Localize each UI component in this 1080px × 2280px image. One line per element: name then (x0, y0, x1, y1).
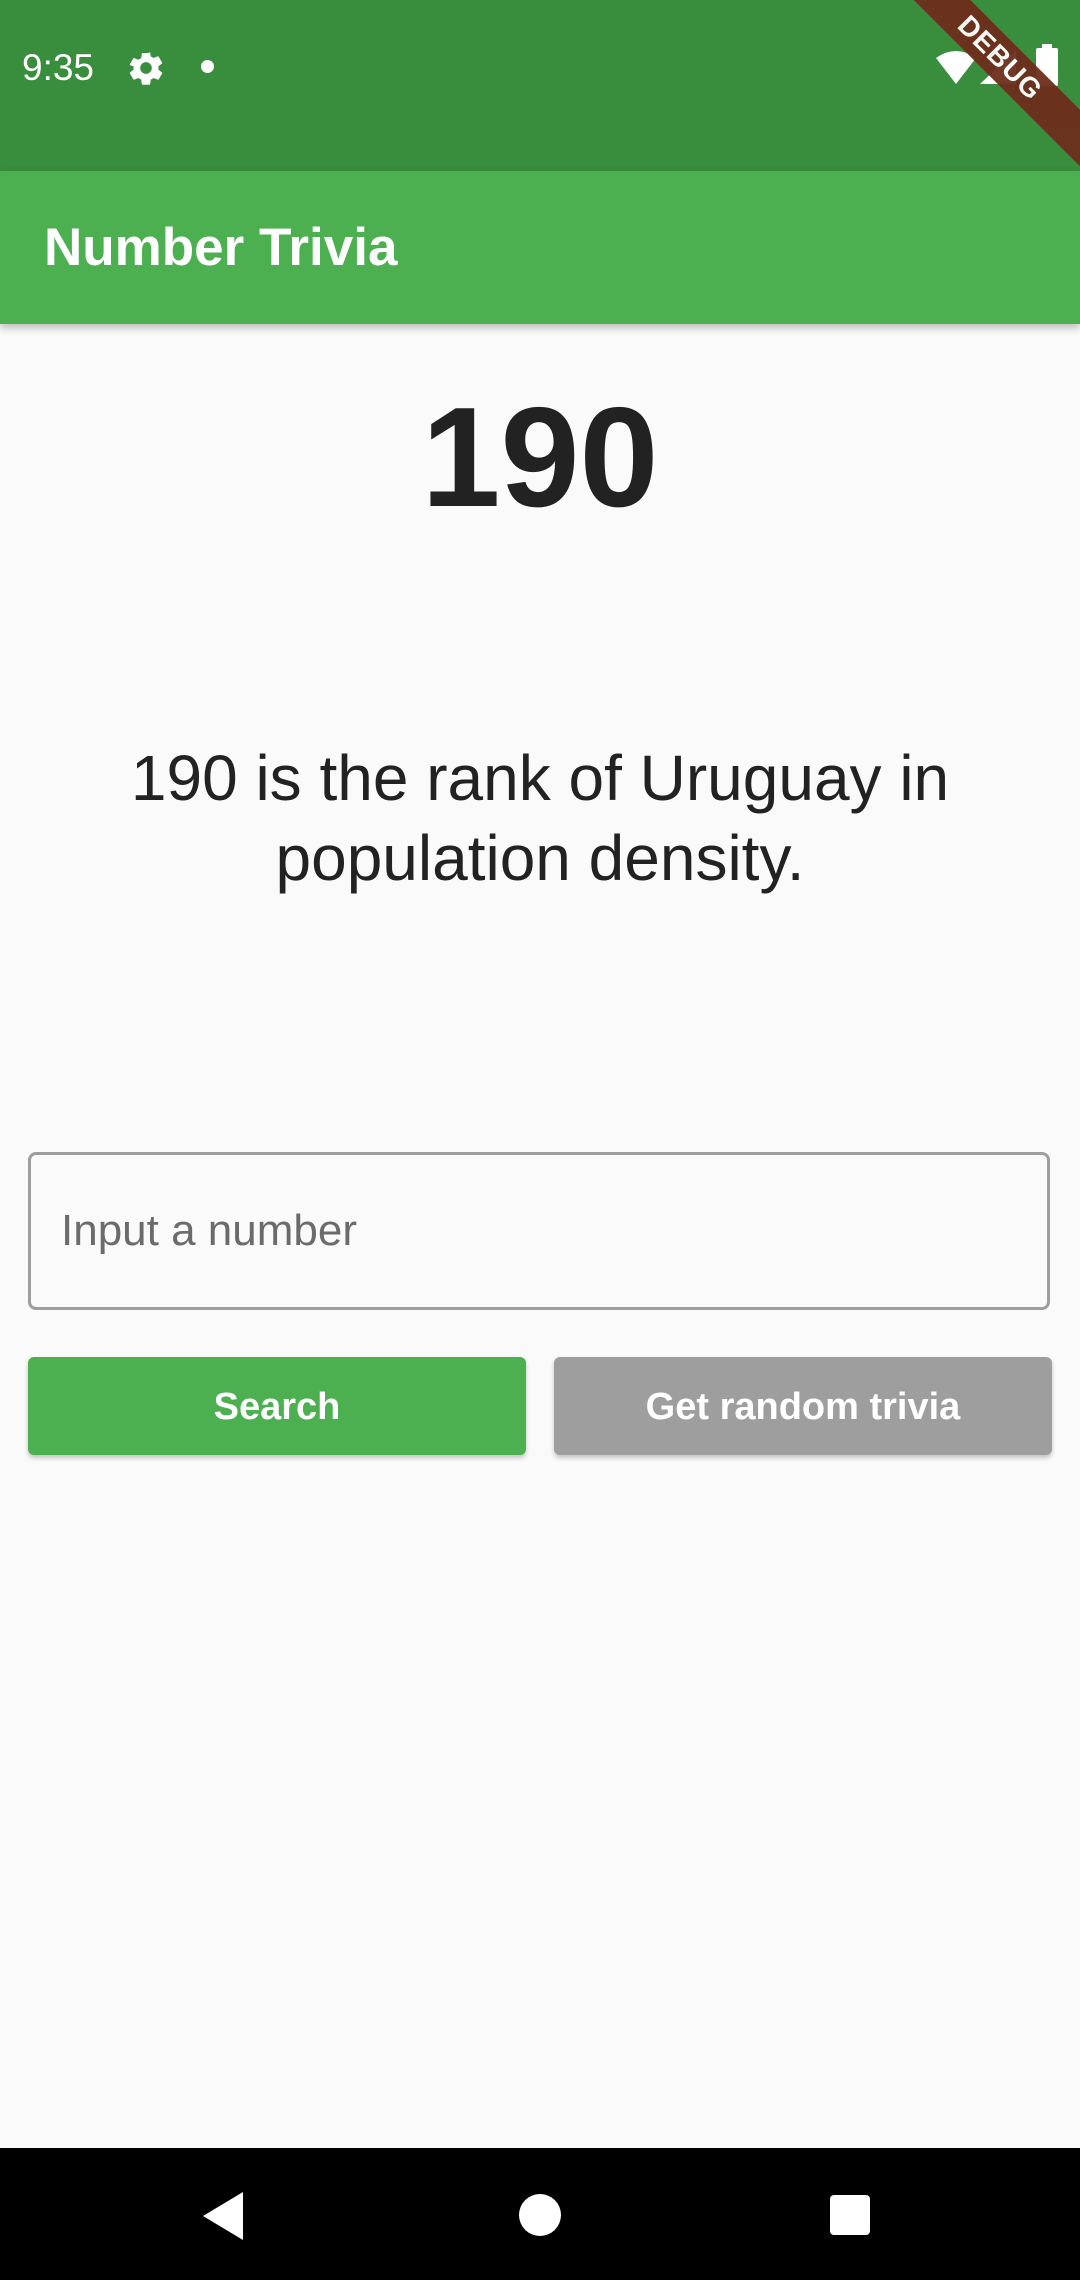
status-time: 9:35 (22, 47, 95, 88)
number-input[interactable] (28, 1152, 1050, 1310)
screen: 9:35 DEBUG Number Trivia 190 190 is the … (0, 0, 1080, 2280)
trivia-number: 190 (421, 378, 659, 537)
home-icon[interactable] (519, 2194, 561, 2236)
navigation-bar (0, 2148, 1080, 2280)
app-bar: Number Trivia (0, 171, 1080, 324)
recents-icon[interactable] (830, 2195, 870, 2235)
status-bar: 9:35 DEBUG (0, 0, 1080, 179)
random-trivia-button[interactable]: Get random trivia (554, 1357, 1052, 1455)
search-button[interactable]: Search (28, 1357, 526, 1455)
notification-dot-icon (201, 60, 214, 73)
back-icon[interactable] (203, 2192, 247, 2240)
trivia-text: 190 is the rank of Uruguay in population… (130, 742, 950, 894)
debug-banner: DEBUG (879, 0, 1080, 179)
app-title: Number Trivia (44, 218, 398, 277)
gear-icon (129, 52, 163, 85)
